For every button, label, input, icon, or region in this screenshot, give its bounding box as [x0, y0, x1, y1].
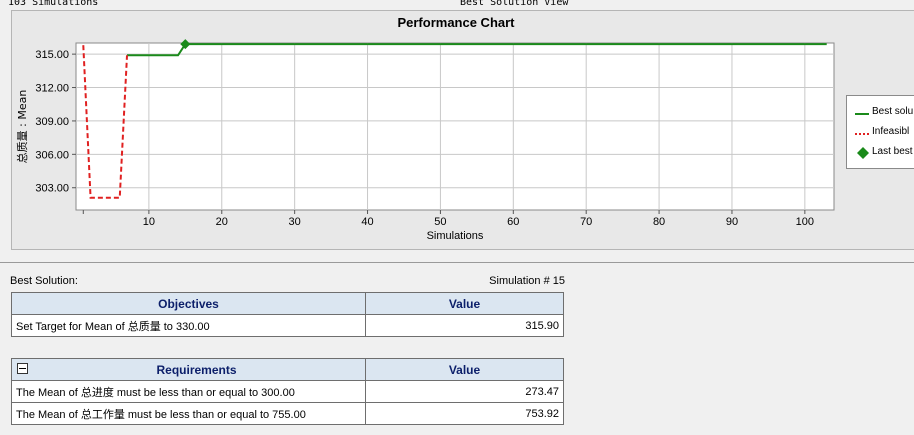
simulation-number: Simulation # 15 — [489, 275, 565, 287]
value-column-header[interactable]: Value — [365, 292, 564, 315]
y-axis-label: 总质量 : Mean — [15, 90, 29, 164]
requirement-value: 753.92 — [365, 402, 564, 425]
x-axis-label: Simulations — [427, 230, 484, 242]
chart-legend: Best solu Infeasibl Last best — [846, 95, 914, 169]
legend-item-best-solution: Best solu — [847, 106, 914, 120]
legend-item-last-best: Last best — [847, 146, 914, 160]
objectives-table: Objectives Value Set Target for Mean of … — [11, 292, 564, 337]
table-row[interactable]: The Mean of 总进度 must be less than or equ… — [11, 380, 564, 403]
x-tick-label: 20 — [216, 216, 228, 228]
y-tick-label: 315.00 — [35, 49, 69, 61]
objectives-header-row: Objectives Value — [11, 292, 564, 315]
performance-chart-panel: Performance Chart 10 20 30 40 50 60 70 80 90 100 3… — [11, 10, 914, 250]
table-row[interactable]: Set Target for Mean of 总质量 to 330.00 315… — [11, 314, 564, 337]
x-tick-label: 80 — [653, 216, 665, 228]
diamond-marker-icon — [857, 147, 869, 159]
y-tick-label: 303.00 — [35, 183, 69, 195]
requirement-description: The Mean of 总工作量 must be less than or eq… — [11, 402, 366, 425]
legend-label: Infeasibl — [872, 126, 910, 137]
plot-area — [75, 42, 835, 211]
collapse-icon[interactable] — [17, 362, 28, 374]
x-tick-label: 90 — [726, 216, 738, 228]
objective-description: Set Target for Mean of 总质量 to 330.00 — [11, 314, 366, 337]
x-tick-label: 10 — [143, 216, 155, 228]
x-tick-label: 50 — [434, 216, 446, 228]
x-tick-label: 60 — [507, 216, 519, 228]
view-title: Best Solution View — [460, 0, 569, 8]
table-row[interactable]: The Mean of 总工作量 must be less than or eq… — [11, 402, 564, 425]
requirements-column-header[interactable]: Requirements — [11, 358, 366, 381]
objective-value: 315.90 — [365, 314, 564, 337]
requirements-table: Requirements Value The Mean of 总进度 must … — [11, 358, 564, 425]
value-column-header[interactable]: Value — [365, 358, 564, 381]
best-solution-label: Best Solution: — [10, 275, 78, 287]
x-tick-label: 40 — [361, 216, 373, 228]
requirement-value: 273.47 — [365, 380, 564, 403]
legend-label: Best solu — [872, 106, 914, 117]
performance-chart: 10 20 30 40 50 60 70 80 90 100 303.00 306.00 309.00 3… — [15, 39, 835, 242]
requirements-header-row: Requirements Value — [11, 358, 564, 381]
legend-item-infeasible: Infeasibl — [847, 126, 914, 140]
y-tick-label: 309.00 — [35, 116, 69, 128]
requirements-header-label: Requirements — [156, 362, 237, 377]
y-tick-label: 306.00 — [35, 149, 69, 161]
legend-label: Last best — [872, 146, 913, 157]
y-tick-label: 312.00 — [35, 83, 69, 95]
simulations-count: 103 Simulations — [8, 0, 99, 8]
x-tick-label: 30 — [289, 216, 301, 228]
panel-divider[interactable] — [0, 262, 914, 263]
x-tick-label: 70 — [580, 216, 592, 228]
objectives-column-header[interactable]: Objectives — [11, 292, 366, 315]
x-tick-label: 100 — [796, 216, 814, 228]
requirement-description: The Mean of 总进度 must be less than or equ… — [11, 380, 366, 403]
